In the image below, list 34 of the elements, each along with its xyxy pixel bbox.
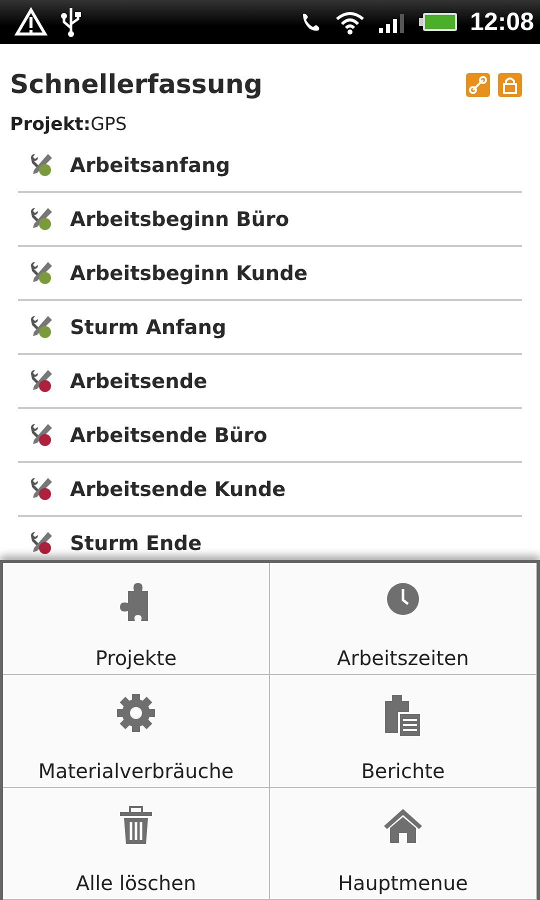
- wifi-icon: [334, 9, 366, 35]
- menu-item[interactable]: Hauptmenue: [270, 788, 537, 900]
- project-line: Projekt:GPS: [9, 113, 128, 135]
- clock-icon: [385, 581, 421, 617]
- tools-icon: [28, 260, 54, 286]
- menu-item[interactable]: Arbeitszeiten: [270, 563, 537, 676]
- tools-icon: [28, 530, 54, 556]
- trash-icon: [118, 806, 154, 846]
- link-icon[interactable]: [466, 73, 490, 97]
- lock-icon[interactable]: [498, 73, 522, 97]
- tools-icon: [28, 422, 54, 448]
- list-item[interactable]: Arbeitsende Büro: [18, 409, 522, 463]
- usb-icon: [60, 6, 82, 38]
- list-item[interactable]: Arbeitsanfang: [18, 139, 522, 193]
- menu-item[interactable]: Materialverbräuche: [3, 675, 270, 788]
- tools-icon: [28, 206, 54, 232]
- clock-time: 12:08: [470, 8, 534, 36]
- list-item[interactable]: Arbeitsbeginn Büro: [18, 193, 522, 247]
- signal-icon: [378, 11, 406, 33]
- menu-item[interactable]: Berichte: [270, 675, 537, 788]
- warning-icon: [14, 7, 48, 37]
- tools-icon: [28, 368, 54, 394]
- list-item[interactable]: Sturm Anfang: [18, 301, 522, 355]
- tools-icon: [28, 152, 54, 178]
- settings-icon: [116, 693, 156, 734]
- menu-item[interactable]: Alle löschen: [3, 788, 270, 900]
- list-item[interactable]: Arbeitsende Kunde: [18, 463, 522, 517]
- battery-icon: [418, 11, 458, 33]
- menu-item[interactable]: Projekte: [3, 563, 270, 676]
- tools-icon: [28, 476, 54, 502]
- screen-title: Schnellerfassung: [10, 70, 263, 100]
- tools-icon: [28, 314, 54, 340]
- list-item[interactable]: Arbeitsende: [18, 355, 522, 409]
- list-item[interactable]: Arbeitsbeginn Kunde: [18, 247, 522, 301]
